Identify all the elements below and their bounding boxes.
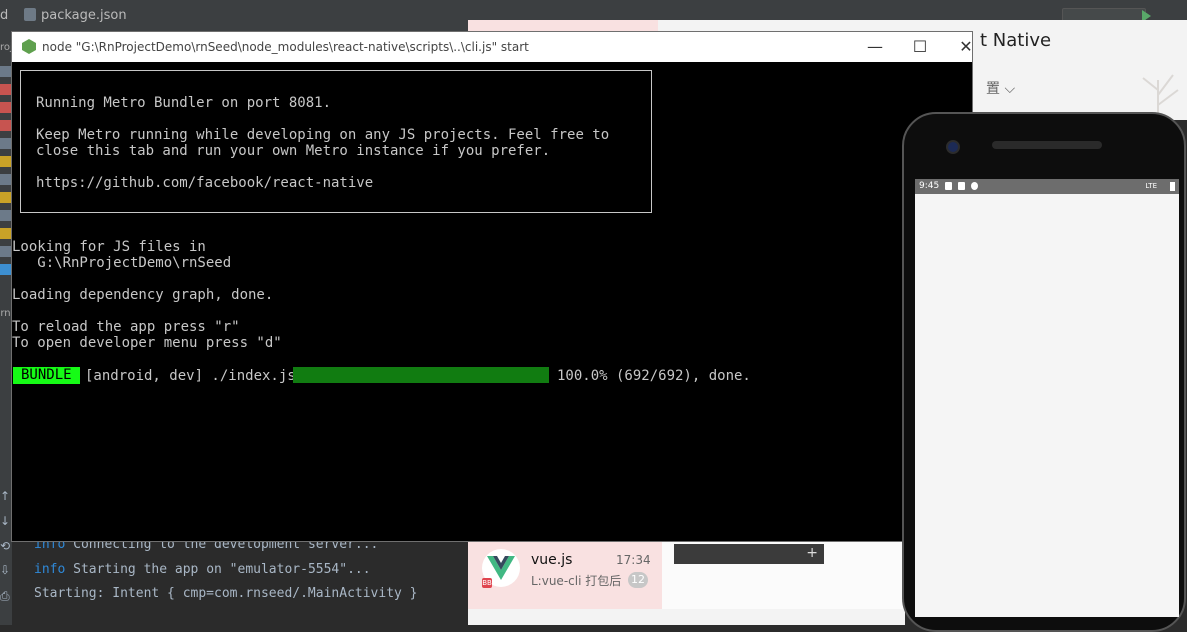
status-bar: 9:45 LTE xyxy=(915,179,1179,194)
arrow-up-icon[interactable]: ↑ xyxy=(0,490,11,502)
ide-tab-label: package.json xyxy=(41,8,127,23)
file-icon xyxy=(0,210,11,221)
box-line: close this tab and run your own Metro in… xyxy=(36,143,551,159)
terminal-title: node "G:\RnProjectDemo\rnSeed\node_modul… xyxy=(42,40,529,54)
terminal-titlebar[interactable]: node "G:\RnProjectDemo\rnSeed\node_modul… xyxy=(12,32,973,62)
log-line: info Starting the app on "emulator-5554"… xyxy=(34,562,371,577)
plus-icon[interactable]: + xyxy=(806,545,818,561)
maximize-button[interactable]: ☐ xyxy=(900,35,940,59)
terminal-window: node "G:\RnProjectDemo\rnSeed\node_modul… xyxy=(11,31,973,542)
sync-icon xyxy=(971,182,978,190)
file-icon xyxy=(0,138,11,149)
file-icon xyxy=(0,84,11,95)
emulator-screen[interactable]: 9:45 LTE xyxy=(915,179,1179,617)
unread-count: 12 xyxy=(628,572,648,588)
status-time: 9:45 xyxy=(919,181,940,191)
ide-tab-fragment[interactable]: d xyxy=(0,8,8,23)
node-icon xyxy=(22,39,36,54)
print-icon[interactable]: ⎙ xyxy=(0,590,11,602)
file-icon xyxy=(0,246,11,257)
file-icon xyxy=(0,264,11,275)
side-label: roj xyxy=(0,42,13,53)
android-emulator: 9:45 LTE xyxy=(902,112,1186,632)
file-icon xyxy=(0,228,11,239)
screenshot-thumbnail[interactable]: + xyxy=(674,544,824,564)
bundle-target: [android, dev] ./index.js xyxy=(85,368,296,384)
minimize-button[interactable]: — xyxy=(855,35,895,59)
close-button[interactable]: ✕ xyxy=(946,35,986,59)
json-file-icon xyxy=(24,8,36,21)
reload-line: To reload the app press "r" xyxy=(12,319,240,335)
arrow-down-icon[interactable]: ↓ xyxy=(0,515,11,527)
browser-setting[interactable]: 置 ⌵ xyxy=(986,78,1015,98)
devmenu-line: To open developer menu press "d" xyxy=(12,335,282,351)
bundle-progress-bar xyxy=(293,367,549,383)
file-icon xyxy=(0,192,11,203)
log-line: Starting: Intent { cmp=com.rnseed/.MainA… xyxy=(34,586,418,601)
loading-line: Loading dependency graph, done. xyxy=(12,287,274,303)
log-keyword: info xyxy=(34,562,66,577)
file-icon xyxy=(0,174,11,185)
log-text: Starting the app on "emulator-5554"... xyxy=(65,562,371,577)
browser-title: t Native xyxy=(980,30,1052,51)
chat-preview: L:vue-cli 打包后 xyxy=(531,574,621,588)
chat-preview-pane: + xyxy=(662,541,905,609)
looking-line: Looking for JS files in xyxy=(12,239,206,255)
box-line: Keep Metro running while developing on a… xyxy=(36,127,610,143)
download-icon[interactable]: ⇩ xyxy=(0,564,11,576)
wrap-icon[interactable]: ⟲ xyxy=(0,540,11,552)
bundle-badge: BUNDLE xyxy=(13,367,80,384)
decoration-image xyxy=(1142,74,1179,120)
chat-time: 17:34 xyxy=(616,553,651,567)
chat-source-badge: BB xyxy=(482,578,492,588)
file-icon xyxy=(0,120,11,131)
path-line: G:\RnProjectDemo\rnSeed xyxy=(12,255,232,271)
box-line: Running Metro Bundler on port 8081. xyxy=(36,95,332,111)
log-text: Starting: Intent { cmp=com.rnseed/.MainA… xyxy=(34,586,418,601)
front-camera xyxy=(946,140,960,154)
chat-list-item[interactable]: BB vue.js 17:34 L:vue-cli 打包后 12 xyxy=(468,541,662,609)
box-link[interactable]: https://github.com/facebook/react-native xyxy=(36,175,373,191)
sd-card-icon xyxy=(958,182,965,190)
bundle-status: 100.0% (692/692), done. xyxy=(557,368,751,384)
run-console: info Connecting to the development serve… xyxy=(12,537,470,625)
battery-icon xyxy=(1170,182,1175,191)
file-icon xyxy=(0,156,11,167)
chat-footer xyxy=(468,609,905,625)
file-icon xyxy=(0,66,11,77)
chat-name: vue.js xyxy=(531,552,573,568)
network-label: LTE xyxy=(1145,182,1157,190)
settings-icon xyxy=(945,182,952,190)
side-label: rn xyxy=(0,308,11,319)
earpiece xyxy=(992,141,1102,149)
file-icon xyxy=(0,102,11,113)
ide-tab-package-json[interactable]: package.json xyxy=(24,8,127,23)
